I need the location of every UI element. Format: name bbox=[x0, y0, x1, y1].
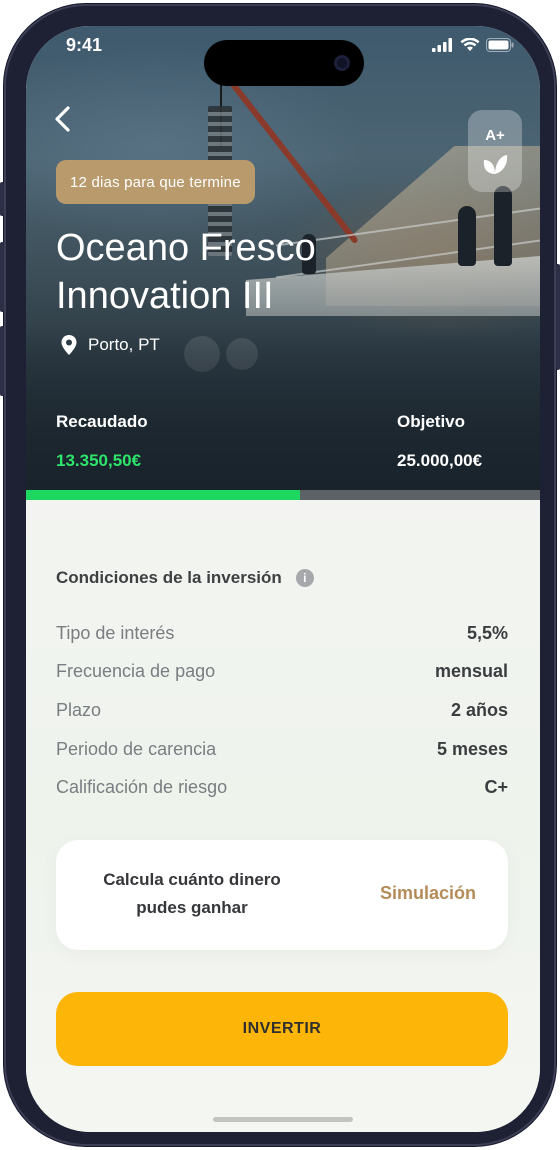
back-button[interactable] bbox=[50, 102, 78, 136]
project-title: Oceano Fresco Innovation III bbox=[56, 227, 316, 317]
dynamic-island bbox=[204, 40, 364, 86]
location-label: Porto, PT bbox=[88, 335, 160, 354]
condition-label: Tipo de interés bbox=[56, 622, 175, 643]
condition-value: C+ bbox=[484, 777, 508, 798]
condition-row-interest: Tipo de interés 5,5% bbox=[56, 614, 508, 653]
simulation-prompt: Calcula cuánto dinero pudes ganhar bbox=[103, 870, 281, 917]
days-remaining-badge: 12 dias para que termine bbox=[56, 160, 255, 204]
condition-value: 2 años bbox=[450, 699, 508, 720]
home-indicator bbox=[213, 1117, 353, 1122]
chevron-left-icon bbox=[55, 106, 70, 132]
condition-row-term: Plazo 2 años bbox=[56, 691, 508, 730]
status-icons bbox=[432, 38, 514, 52]
condition-row-payment-frequency: Frecuencia de pago mensual bbox=[56, 653, 508, 692]
mute-switch bbox=[0, 182, 4, 216]
battery-icon bbox=[486, 38, 514, 52]
condition-row-grace-period: Periodo de carencia 5 meses bbox=[56, 730, 508, 769]
raised-value: 13.350,50€ bbox=[56, 451, 142, 470]
volume-up-button bbox=[0, 242, 4, 312]
signal-icon bbox=[432, 38, 452, 52]
rating-badge[interactable]: A+ bbox=[468, 110, 522, 192]
screen: 9:41 A+ 12 dias para que termine Oceano … bbox=[26, 26, 540, 1132]
location: Porto, PT bbox=[60, 334, 160, 356]
info-icon[interactable]: i bbox=[295, 569, 314, 587]
camera-icon bbox=[334, 55, 350, 71]
funding-progress-fill bbox=[26, 490, 301, 500]
power-button bbox=[556, 264, 560, 370]
crane-arm bbox=[218, 67, 359, 245]
phone-frame: 9:41 A+ 12 dias para que termine Oceano … bbox=[0, 4, 560, 1146]
status-time: 9:41 bbox=[66, 35, 103, 55]
investment-details: Condiciones de la inversión i Tipo de in… bbox=[26, 500, 540, 1132]
condition-value: 5,5% bbox=[466, 622, 508, 643]
raised-label: Recaudado bbox=[56, 412, 148, 431]
condition-label: Periodo de carencia bbox=[56, 738, 217, 759]
funding-progress-bar bbox=[26, 490, 540, 500]
wifi-icon bbox=[460, 38, 480, 51]
condition-label: Plazo bbox=[56, 699, 102, 720]
invest-button[interactable]: INVERTIR bbox=[56, 992, 508, 1066]
conditions-list: Tipo de interés 5,5% Frecuencia de pago … bbox=[56, 614, 508, 807]
person-figure bbox=[494, 186, 512, 266]
conditions-title-text: Condiciones de la inversión bbox=[56, 568, 282, 587]
goal-value: 25.000,00€ bbox=[397, 451, 483, 470]
hero-image: 9:41 A+ 12 dias para que termine Oceano … bbox=[26, 26, 540, 500]
simulation-link[interactable]: Simulación bbox=[380, 883, 476, 904]
condition-value: mensual bbox=[434, 661, 508, 682]
condition-label: Calificación de riesgo bbox=[56, 777, 228, 798]
leaf-icon bbox=[483, 154, 508, 174]
rating-value: A+ bbox=[485, 126, 505, 144]
simulation-card[interactable]: Calcula cuánto dinero pudes ganhar Simul… bbox=[56, 840, 508, 950]
condition-value: 5 meses bbox=[436, 738, 508, 759]
rating-label: A+ bbox=[485, 127, 505, 144]
conditions-title: Condiciones de la inversión i bbox=[56, 568, 314, 588]
volume-down-button bbox=[0, 326, 4, 396]
condition-row-risk-rating: Calificación de riesgo C+ bbox=[56, 768, 508, 807]
person-figure bbox=[458, 206, 476, 266]
goal-label: Objetivo bbox=[397, 412, 466, 431]
location-pin-icon bbox=[61, 335, 77, 355]
condition-label: Frecuencia de pago bbox=[56, 661, 216, 682]
